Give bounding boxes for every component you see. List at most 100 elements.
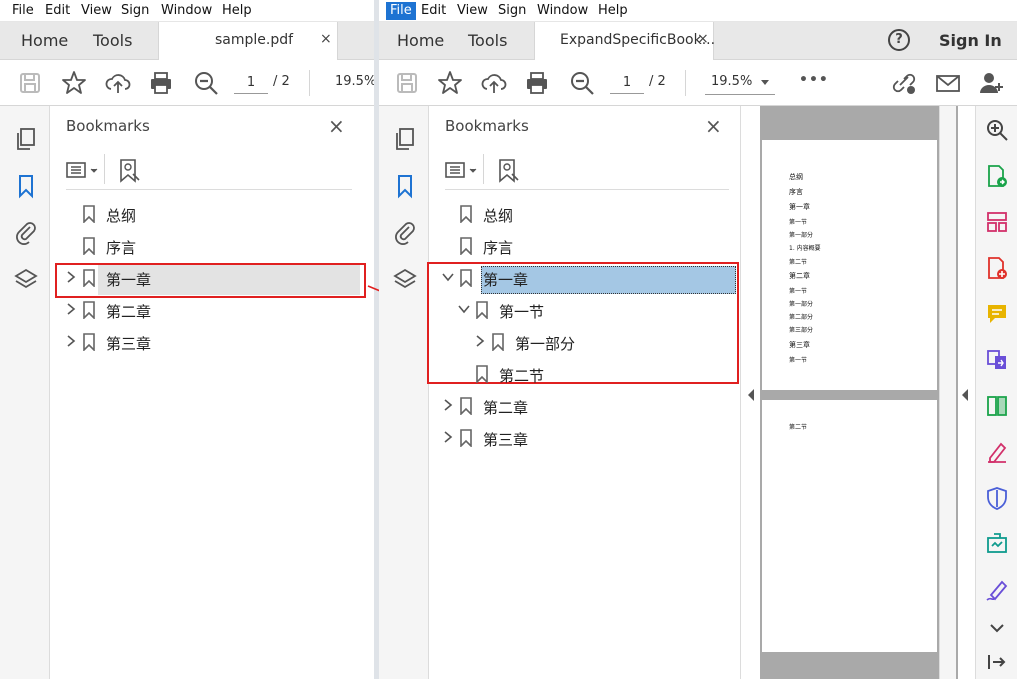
sign-in-button[interactable]: Sign In [939,31,1002,50]
menu-help[interactable]: Help [598,3,628,18]
bookmark-item[interactable]: 第一节 [429,296,729,326]
page-total: / 2 [649,74,666,89]
document-tab[interactable]: sample.pdf × [158,22,338,60]
page-thumbnails-icon[interactable] [392,126,418,152]
bookmark-panel-icon[interactable] [392,173,418,199]
bookmark-item[interactable]: 第三章 [429,424,729,454]
save-icon[interactable] [16,69,44,97]
attachment-icon[interactable] [392,219,418,245]
expand-chevron-icon[interactable] [473,333,487,349]
expand-chevron-icon[interactable] [441,397,455,413]
tab-home[interactable]: Home [397,31,444,50]
bookmark-item[interactable]: 第二章 [429,392,729,422]
menu-help[interactable]: Help [222,3,252,18]
pdf-text-line: 第一章 [789,203,810,211]
layers-icon[interactable] [13,266,39,292]
zoom-tool-icon[interactable] [985,118,1009,142]
expand-rail-icon[interactable] [985,650,1009,674]
more-tools-icon[interactable]: ••• [799,72,829,88]
new-bookmark-icon[interactable] [118,158,142,184]
bookmark-icon [459,429,473,448]
bookmark-item[interactable]: 序言 [429,232,729,262]
scroll-down-icon[interactable] [985,616,1009,640]
options-menu-icon[interactable] [445,160,481,182]
upload-cloud-icon[interactable] [104,69,132,97]
bookmark-icon [459,237,473,256]
share-link-icon[interactable] [890,69,918,97]
star-icon[interactable] [60,69,88,97]
bookmark-item[interactable]: 第二节 [429,360,729,390]
help-icon[interactable]: ? [888,29,910,51]
sign-pen-icon[interactable] [985,578,1009,602]
menu-file[interactable]: File [12,3,34,18]
collapse-chevron-icon[interactable] [457,301,471,317]
menu-file[interactable]: File [386,2,416,20]
menu-window[interactable]: Window [161,3,212,18]
zoom-level[interactable]: 19.5% [711,74,752,89]
fill-sign-icon[interactable] [985,440,1009,464]
bookmark-item[interactable]: 总纲 [429,200,729,230]
save-icon[interactable] [393,69,421,97]
bookmark-label: 第二节 [499,367,545,385]
comment-icon[interactable] [985,302,1009,326]
add-user-icon[interactable] [978,69,1006,97]
tab-tools[interactable]: Tools [468,31,507,50]
email-icon[interactable] [934,69,962,97]
expand-chevron-icon[interactable] [64,301,78,317]
zoom-level[interactable]: 19.5% [335,74,374,89]
menu-edit[interactable]: Edit [421,3,446,18]
expand-tools-icon[interactable] [961,389,969,401]
close-panel-icon[interactable]: × [705,114,722,138]
compare-files-icon[interactable] [985,394,1009,418]
print-icon[interactable] [523,69,551,97]
layers-icon[interactable] [392,266,418,292]
print-icon[interactable] [147,69,175,97]
combine-files-icon[interactable] [985,348,1009,372]
panel-options [66,154,352,190]
close-tab-icon[interactable]: × [320,31,332,47]
collapse-chevron-icon[interactable] [441,269,455,285]
bookmark-panel-icon[interactable] [13,173,39,199]
bookmark-item[interactable]: 第三章 [50,328,350,358]
page-number-input[interactable]: 1 [234,72,268,94]
options-menu-icon[interactable] [66,160,102,182]
export-pdf-icon[interactable] [985,164,1009,188]
scroll-gutter[interactable] [939,106,956,679]
zoom-out-icon[interactable] [192,69,220,97]
star-icon[interactable] [436,69,464,97]
expand-chevron-icon[interactable] [441,429,455,445]
menu-view[interactable]: View [457,3,488,18]
upload-cloud-icon[interactable] [480,69,508,97]
zoom-dropdown-icon[interactable] [760,79,770,87]
page-thumbnails-icon[interactable] [13,126,39,152]
menu-sign[interactable]: Sign [121,3,149,18]
page-number-input[interactable]: 1 [610,72,644,94]
expand-chevron-icon[interactable] [64,333,78,349]
document-tab[interactable]: ExpandSpecificBook... × [534,22,715,60]
bookmark-item[interactable]: 第一部分 [429,328,729,358]
send-for-review-icon[interactable] [985,532,1009,556]
close-tab-icon[interactable]: × [697,31,709,47]
tab-home[interactable]: Home [21,31,68,50]
bookmark-item[interactable]: 序言 [50,232,350,262]
bookmark-item[interactable]: 总纲 [50,200,350,230]
protect-shield-icon[interactable] [985,486,1009,510]
attachment-icon[interactable] [13,219,39,245]
menu-edit[interactable]: Edit [45,3,70,18]
zoom-out-icon[interactable] [568,69,596,97]
document-view[interactable]: 总纲 序言 第一章 第一节 第一部分 1. 内容概要 第二节 第二章 第一节 第一部分 第二部分 第三… [760,106,958,679]
close-panel-icon[interactable]: × [328,114,345,138]
tab-tools[interactable]: Tools [93,31,132,50]
menu-view[interactable]: View [81,3,112,18]
bookmark-item[interactable]: 第一章 [50,264,350,294]
bookmark-item[interactable]: 第二章 [50,296,350,326]
expand-chevron-icon[interactable] [64,269,78,285]
menu-window[interactable]: Window [537,3,588,18]
create-pdf-icon[interactable] [985,256,1009,280]
bookmark-label: 序言 [106,239,137,257]
menu-sign[interactable]: Sign [498,3,526,18]
collapse-panel-icon[interactable] [747,389,755,401]
bookmark-item[interactable]: 第一章 [429,264,729,294]
organize-pages-icon[interactable] [985,210,1009,234]
new-bookmark-icon[interactable] [497,158,521,184]
